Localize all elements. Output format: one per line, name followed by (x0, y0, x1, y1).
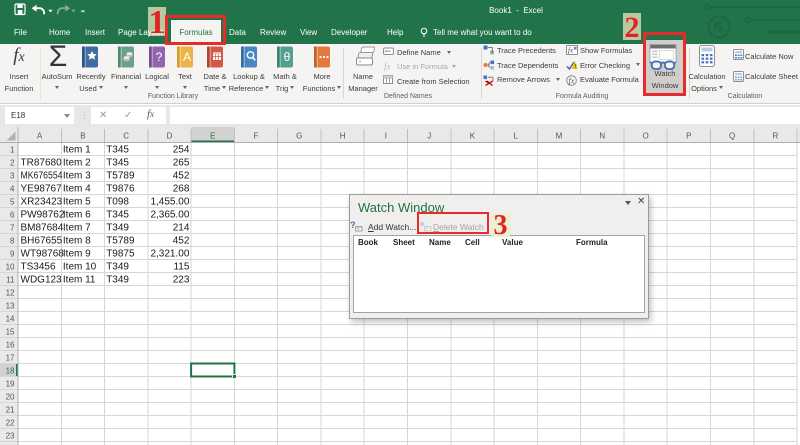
svg-text:TR87680: TR87680 (21, 158, 63, 169)
svg-text:20: 20 (6, 393, 15, 402)
svg-text:T345: T345 (106, 145, 129, 156)
svg-text:4: 4 (10, 185, 15, 194)
svg-text:Q: Q (729, 132, 735, 141)
svg-text:T5789: T5789 (106, 236, 135, 247)
svg-text:14: 14 (6, 315, 15, 324)
svg-text:H: H (340, 132, 346, 141)
svg-text:1,455.00: 1,455.00 (150, 197, 189, 208)
svg-text:PW98762: PW98762 (21, 210, 65, 221)
svg-text:3: 3 (10, 172, 15, 181)
svg-text:18: 18 (6, 367, 15, 376)
svg-text:?: ? (350, 220, 356, 230)
svg-text:WT98768: WT98768 (21, 249, 65, 260)
svg-text:Item 8: Item 8 (63, 236, 91, 247)
svg-text:21: 21 (6, 406, 15, 415)
svg-text:Item 4: Item 4 (63, 184, 91, 195)
svg-text:Item 1: Item 1 (63, 145, 91, 156)
svg-text:16: 16 (6, 341, 15, 350)
svg-text:12: 12 (6, 289, 15, 298)
svg-text:C: C (123, 132, 129, 141)
svg-text:J: J (427, 132, 431, 141)
svg-text:17: 17 (6, 354, 15, 363)
svg-text:6: 6 (10, 211, 15, 220)
svg-text:23: 23 (6, 432, 15, 441)
svg-text:T098: T098 (106, 197, 129, 208)
svg-text:O: O (642, 132, 648, 141)
svg-text:2: 2 (10, 159, 15, 168)
svg-text:WDG123: WDG123 (21, 275, 63, 286)
svg-text:TS3456: TS3456 (21, 262, 56, 273)
svg-text:T345: T345 (106, 158, 129, 169)
svg-text:452: 452 (173, 171, 190, 182)
svg-text:Item 2: Item 2 (63, 158, 91, 169)
svg-text:E: E (210, 132, 215, 141)
svg-text:?: ? (156, 50, 163, 64)
svg-text:BH67655: BH67655 (21, 236, 63, 247)
svg-text:214: 214 (173, 223, 190, 234)
svg-text:2,365.00: 2,365.00 (150, 210, 189, 221)
svg-text:T345: T345 (106, 210, 129, 221)
svg-text:P: P (686, 132, 691, 141)
svg-text:K: K (470, 132, 476, 141)
svg-text:XR23423: XR23423 (21, 197, 63, 208)
svg-text:Item 3: Item 3 (63, 171, 91, 182)
svg-text:T9875: T9875 (106, 249, 135, 260)
svg-text:Item 7: Item 7 (63, 223, 91, 234)
svg-text:θ: θ (284, 50, 291, 64)
svg-text:M: M (556, 132, 563, 141)
svg-text:10: 10 (6, 263, 15, 272)
svg-text:A: A (183, 50, 191, 64)
svg-text:T349: T349 (106, 262, 129, 273)
svg-text:15: 15 (6, 328, 15, 337)
svg-text:T9876: T9876 (106, 184, 135, 195)
svg-text:fx: fx (384, 61, 391, 71)
svg-text:19: 19 (6, 380, 15, 389)
svg-text:I: I (385, 132, 387, 141)
svg-text:223: 223 (173, 275, 190, 286)
svg-text:2,321.00: 2,321.00 (150, 249, 189, 260)
svg-text:268: 268 (173, 184, 190, 195)
svg-text:452: 452 (173, 236, 190, 247)
svg-text:9: 9 (10, 250, 15, 259)
svg-text:254: 254 (173, 145, 190, 156)
svg-text:Item 6: Item 6 (63, 210, 91, 221)
svg-text:5: 5 (10, 198, 15, 207)
svg-text:T349: T349 (106, 275, 129, 286)
svg-text:Item 5: Item 5 (63, 197, 91, 208)
svg-text:7: 7 (10, 224, 15, 233)
svg-text:L: L (513, 132, 518, 141)
svg-text:B: B (80, 132, 85, 141)
svg-text:YE98767: YE98767 (21, 184, 63, 195)
svg-text:fx: fx (569, 76, 575, 85)
svg-text:1: 1 (10, 146, 15, 155)
svg-text:F: F (254, 132, 259, 141)
svg-text:R: R (773, 132, 779, 141)
svg-text:Item 11: Item 11 (63, 275, 96, 286)
svg-text:265: 265 (173, 158, 190, 169)
svg-text:T5789: T5789 (106, 171, 135, 182)
svg-text:13: 13 (6, 302, 15, 311)
svg-text:8: 8 (10, 237, 15, 246)
svg-text:A: A (37, 132, 43, 141)
svg-text:Item 10: Item 10 (63, 262, 97, 273)
svg-text:G: G (296, 132, 302, 141)
svg-text:MK676554: MK676554 (21, 171, 63, 182)
svg-text:T349: T349 (106, 223, 129, 234)
svg-text:Item 9: Item 9 (63, 249, 91, 260)
svg-text:BM87684: BM87684 (21, 223, 64, 234)
svg-text:N: N (599, 132, 605, 141)
svg-text:11: 11 (6, 276, 15, 285)
svg-text:fx: fx (568, 47, 574, 55)
svg-text:115: 115 (173, 262, 189, 273)
svg-text:D: D (167, 132, 173, 141)
svg-text:22: 22 (6, 419, 15, 428)
